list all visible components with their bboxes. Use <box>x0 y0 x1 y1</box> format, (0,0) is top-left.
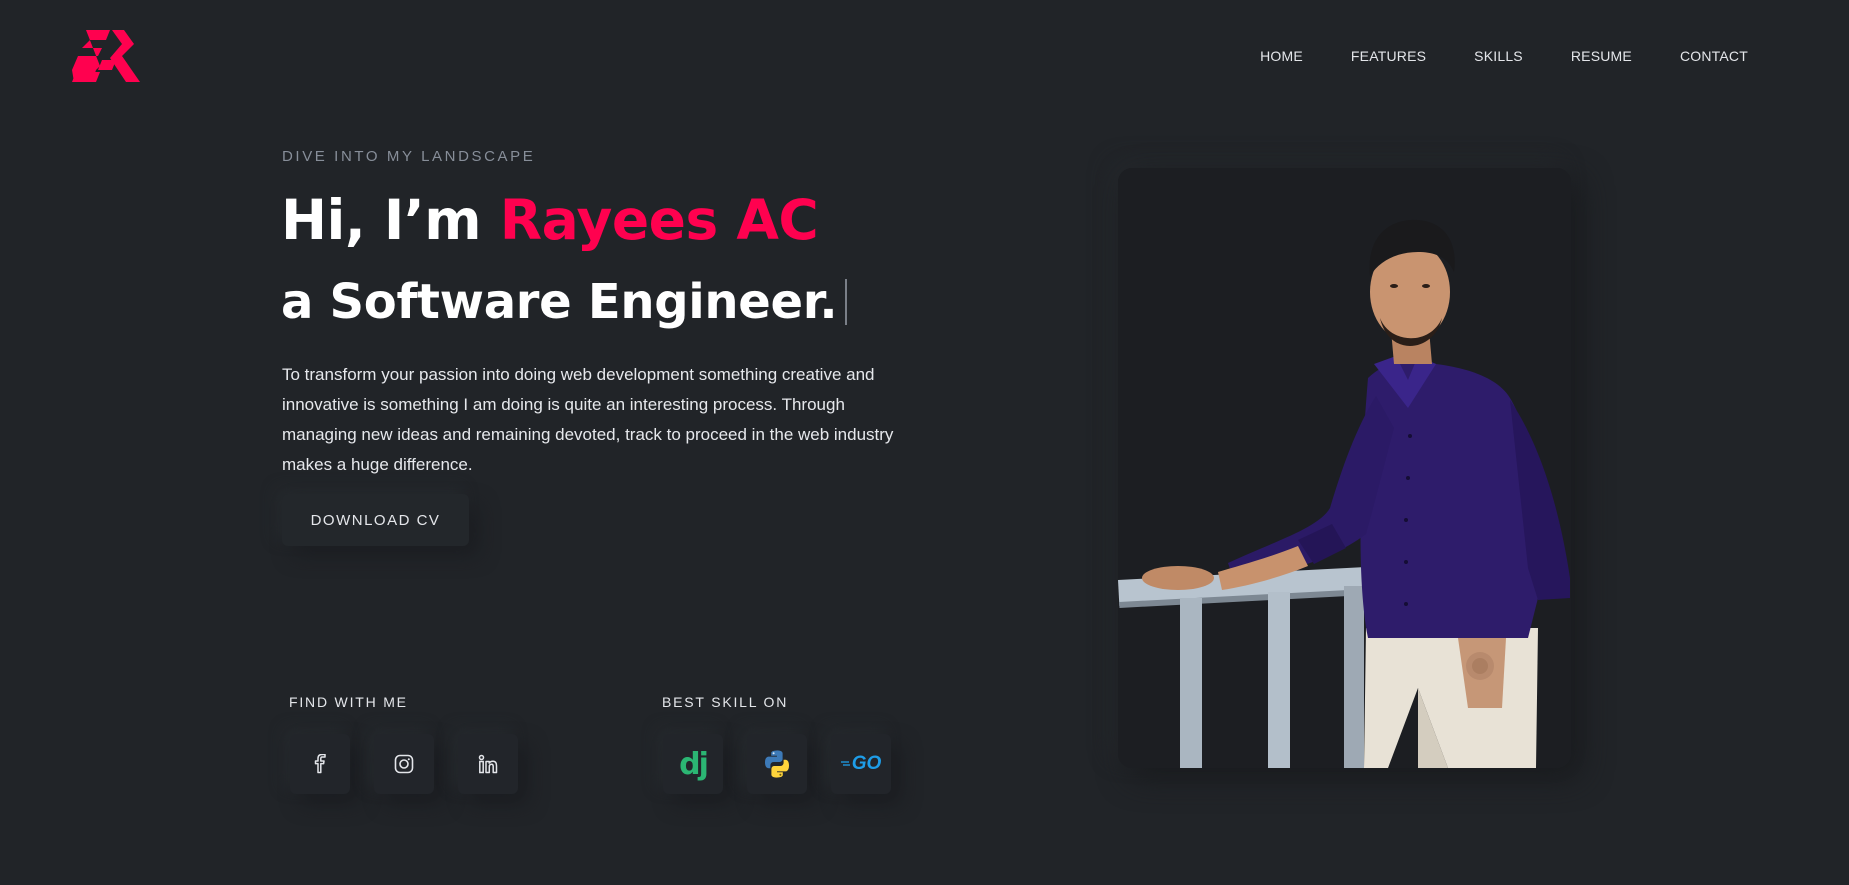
go-speed-lines-icon <box>840 761 850 766</box>
greeting-text: Hi, I’m <box>281 188 500 252</box>
profile-photo-card <box>1118 168 1571 768</box>
facebook-icon <box>314 754 326 774</box>
linkedin-icon <box>478 754 498 774</box>
nav-resume[interactable]: RESUME <box>1571 48 1632 64</box>
typing-cursor <box>845 279 848 326</box>
go-icon: GO <box>851 753 882 774</box>
django-icon: dj <box>679 746 709 782</box>
go-skill[interactable]: GO <box>831 734 891 794</box>
nav-features[interactable]: FEATURES <box>1351 48 1426 64</box>
er-logo-icon[interactable] <box>72 30 140 82</box>
instagram-icon <box>394 754 414 774</box>
hero-kicker: DIVE INTO MY LANDSCAPE <box>282 148 536 165</box>
find-with-me-title: FIND WITH ME <box>289 694 408 710</box>
nav-skills[interactable]: SKILLS <box>1474 48 1523 64</box>
main-nav: HOME FEATURES SKILLS RESUME CONTACT <box>1260 48 1748 64</box>
hero-role: a Software Engineer. <box>281 274 848 330</box>
django-skill[interactable]: dj <box>663 734 723 794</box>
nav-home[interactable]: HOME <box>1260 48 1303 64</box>
hero-name: Rayees AC <box>499 188 819 252</box>
nav-contact[interactable]: CONTACT <box>1680 48 1748 64</box>
instagram-button[interactable] <box>374 734 434 794</box>
facebook-button[interactable] <box>290 734 350 794</box>
linkedin-button[interactable] <box>458 734 518 794</box>
python-skill[interactable] <box>747 734 807 794</box>
profile-photo <box>1118 168 1571 768</box>
best-skill-title: BEST SKILL ON <box>662 694 789 710</box>
hero-greeting: Hi, I’m Rayees AC <box>281 188 819 252</box>
role-text: a Software Engineer. <box>281 274 838 330</box>
hero-description: To transform your passion into doing web… <box>282 365 894 474</box>
download-cv-button[interactable]: DOWNLOAD CV <box>282 494 469 546</box>
portfolio-page: HOME FEATURES SKILLS RESUME CONTACT DIVE… <box>0 0 1849 885</box>
python-icon <box>765 750 789 778</box>
